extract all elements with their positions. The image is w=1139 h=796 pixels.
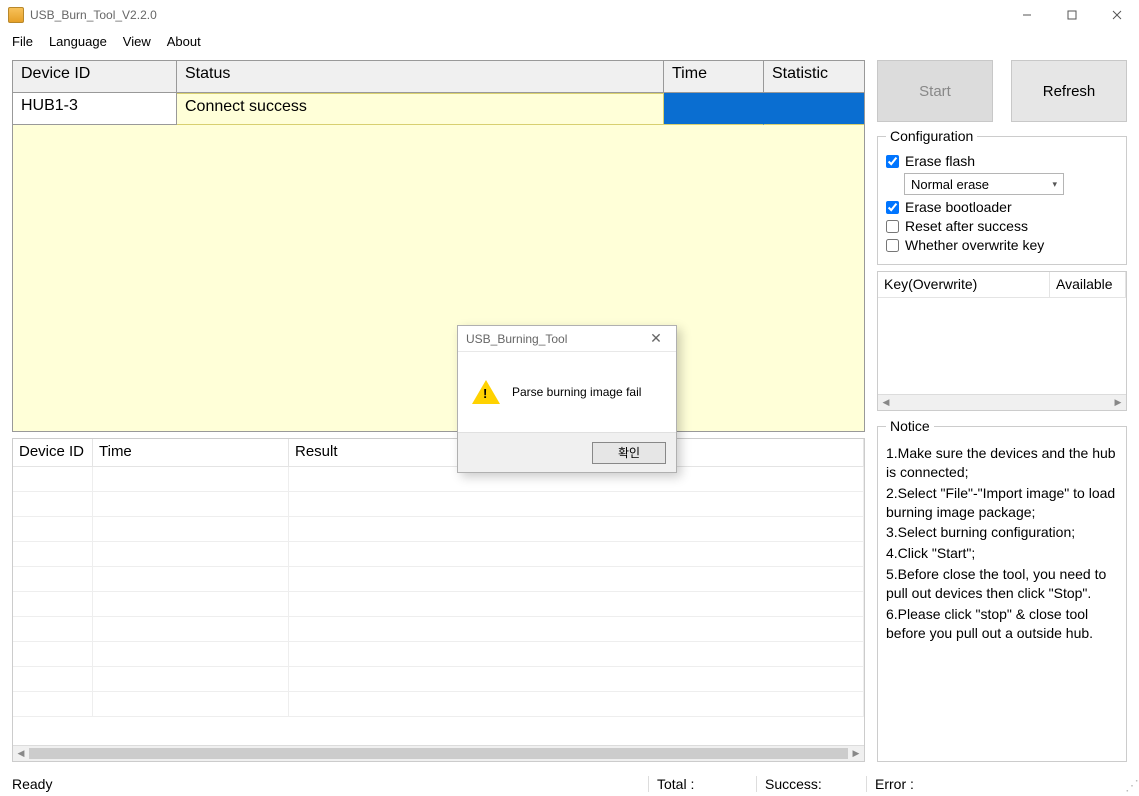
erase-mode-value: Normal erase (911, 177, 989, 192)
dialog-body: Parse burning image fail (458, 352, 676, 432)
result-header-device[interactable]: Device ID (13, 439, 93, 467)
erase-mode-dropdown[interactable]: Normal erase ▾ (904, 173, 1064, 195)
table-row[interactable]: HUB1-3 Connect success (13, 93, 864, 125)
window-title: USB_Burn_Tool_V2.2.0 (30, 8, 157, 22)
result-scrollbar[interactable]: ◀ ▶ (13, 745, 864, 761)
list-item (13, 517, 864, 542)
reset-after-label: Reset after success (905, 218, 1028, 234)
overwrite-key-input[interactable] (886, 239, 899, 252)
chevron-down-icon: ▾ (1052, 179, 1057, 190)
erase-bootloader-input[interactable] (886, 201, 899, 214)
notice-line: 6.Please click "stop" & close tool befor… (886, 605, 1118, 643)
right-column: Start Refresh Configuration Erase flash … (877, 60, 1127, 762)
key-table-header: Key(Overwrite) Available (878, 272, 1126, 298)
list-item (13, 492, 864, 517)
header-device-id[interactable]: Device ID (13, 61, 177, 92)
menu-file[interactable]: File (4, 32, 41, 51)
action-buttons: Start Refresh (877, 60, 1127, 122)
erase-flash-checkbox[interactable]: Erase flash (886, 153, 1118, 169)
key-header-key[interactable]: Key(Overwrite) (878, 272, 1050, 298)
scroll-left-icon[interactable]: ◀ (878, 395, 894, 410)
notice-group: Notice 1.Make sure the devices and the h… (877, 417, 1127, 762)
device-table-header: Device ID Status Time Statistic (13, 61, 864, 93)
status-bar: Ready Total : Success: Error : ⋰ (0, 772, 1139, 796)
app-icon (8, 7, 24, 23)
key-scrollbar[interactable]: ◀ ▶ (878, 394, 1126, 410)
window-controls (1004, 0, 1139, 30)
notice-line: 5.Before close the tool, you need to pul… (886, 565, 1118, 603)
cell-statistic (764, 93, 864, 125)
header-status[interactable]: Status (177, 61, 664, 92)
result-rows (13, 467, 864, 745)
reset-after-input[interactable] (886, 220, 899, 233)
status-total: Total : (648, 776, 756, 792)
erase-bootloader-checkbox[interactable]: Erase bootloader (886, 199, 1118, 215)
overwrite-key-label: Whether overwrite key (905, 237, 1044, 253)
result-table: Device ID Time Result ◀ ▶ (12, 438, 865, 762)
erase-flash-input[interactable] (886, 155, 899, 168)
reset-after-checkbox[interactable]: Reset after success (886, 218, 1118, 234)
close-button[interactable] (1094, 0, 1139, 30)
menu-language[interactable]: Language (41, 32, 115, 51)
list-item (13, 542, 864, 567)
notice-line: 1.Make sure the devices and the hub is c… (886, 444, 1118, 482)
list-item (13, 692, 864, 717)
resize-grip-icon[interactable]: ⋰ (1125, 782, 1137, 794)
notice-line: 3.Select burning configuration; (886, 523, 1118, 542)
key-header-available[interactable]: Available (1050, 272, 1126, 298)
menu-bar: File Language View About (0, 30, 1139, 52)
status-error: Error : (866, 776, 1135, 792)
erase-flash-label: Erase flash (905, 153, 975, 169)
menu-about[interactable]: About (159, 32, 209, 51)
minimize-button[interactable] (1004, 0, 1049, 30)
overwrite-key-checkbox[interactable]: Whether overwrite key (886, 237, 1118, 253)
scroll-left-icon[interactable]: ◀ (13, 746, 29, 761)
cell-status: Connect success (177, 93, 664, 125)
key-table-empty (878, 298, 1126, 394)
list-item (13, 567, 864, 592)
header-statistic[interactable]: Statistic (764, 61, 864, 92)
refresh-button[interactable]: Refresh (1011, 60, 1127, 122)
dialog-title: USB_Burning_Tool (466, 332, 567, 346)
scroll-right-icon[interactable]: ▶ (848, 746, 864, 761)
result-table-header: Device ID Time Result (13, 439, 864, 467)
cell-time (664, 93, 764, 125)
list-item (13, 667, 864, 692)
scroll-thumb[interactable] (29, 748, 848, 759)
device-table-empty-area (13, 125, 864, 431)
list-item (13, 467, 864, 492)
notice-legend: Notice (886, 417, 934, 436)
header-time[interactable]: Time (664, 61, 764, 92)
result-header-time[interactable]: Time (93, 439, 289, 467)
cell-device-id: HUB1-3 (13, 93, 177, 125)
notice-line: 4.Click "Start"; (886, 544, 1118, 563)
dialog-message: Parse burning image fail (512, 385, 641, 399)
maximize-button[interactable] (1049, 0, 1094, 30)
list-item (13, 642, 864, 667)
list-item (13, 617, 864, 642)
dialog-close-button[interactable]: ✕ (644, 330, 668, 347)
start-button[interactable]: Start (877, 60, 993, 122)
configuration-group: Configuration Erase flash Normal erase ▾… (877, 128, 1127, 265)
menu-view[interactable]: View (115, 32, 159, 51)
erase-bootloader-label: Erase bootloader (905, 199, 1012, 215)
scroll-right-icon[interactable]: ▶ (1110, 395, 1126, 410)
configuration-legend: Configuration (886, 128, 977, 144)
error-dialog: USB_Burning_Tool ✕ Parse burning image f… (457, 325, 677, 473)
dialog-footer: 확인 (458, 432, 676, 472)
device-status-table: Device ID Status Time Statistic HUB1-3 C… (12, 60, 865, 432)
left-column: Device ID Status Time Statistic HUB1-3 C… (12, 60, 865, 762)
notice-line: 2.Select "File"-"Import image" to load b… (886, 484, 1118, 522)
title-bar: USB_Burn_Tool_V2.2.0 (0, 0, 1139, 30)
dialog-titlebar[interactable]: USB_Burning_Tool ✕ (458, 326, 676, 352)
key-table: Key(Overwrite) Available ◀ ▶ (877, 271, 1127, 411)
dialog-ok-button[interactable]: 확인 (592, 442, 666, 464)
warning-icon (472, 380, 500, 404)
status-success: Success: (756, 776, 866, 792)
list-item (13, 592, 864, 617)
status-ready: Ready (4, 776, 528, 792)
